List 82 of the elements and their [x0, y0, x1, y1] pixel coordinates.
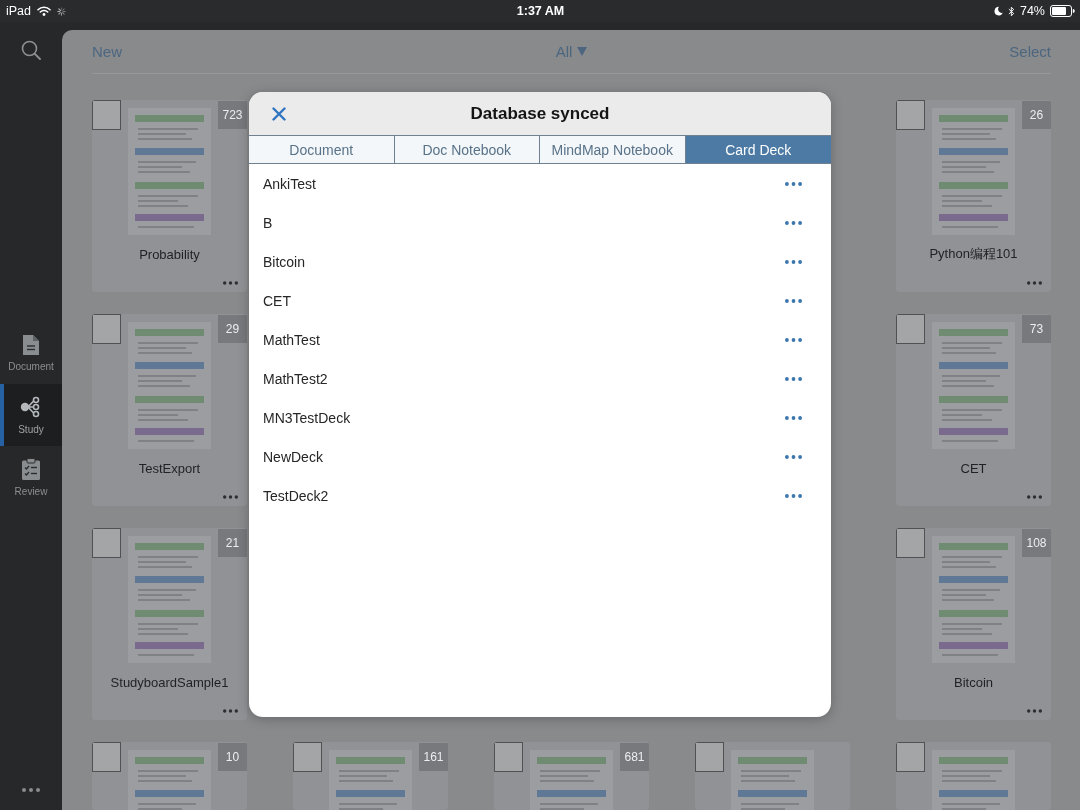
count-badge: 26: [1022, 101, 1051, 129]
more-icon[interactable]: [22, 788, 40, 792]
deck-name[interactable]: MathTest2: [263, 370, 328, 387]
count-badge: 10: [218, 743, 247, 771]
notebook-card[interactable]: 73 CET: [896, 314, 1051, 506]
more-icon[interactable]: [1027, 708, 1042, 713]
tab[interactable]: Doc Notebook: [394, 136, 540, 163]
tab[interactable]: MindMap Notebook: [540, 136, 686, 163]
notebook-card[interactable]: 723 Probability: [92, 100, 247, 292]
caret-icon: [577, 47, 588, 56]
count-badge: 21: [218, 529, 247, 557]
deck-name[interactable]: CET: [263, 292, 291, 309]
node-tree-icon: [20, 395, 42, 418]
more-icon[interactable]: [785, 181, 802, 186]
thumbnail-placeholder: [293, 742, 322, 772]
clipboard-icon: [22, 457, 40, 480]
thumbnail-placeholder: [92, 100, 121, 130]
close-icon[interactable]: [272, 106, 286, 121]
more-icon[interactable]: [785, 376, 802, 381]
card-title: StudyboardSample1: [110, 674, 229, 690]
more-icon[interactable]: [1027, 280, 1042, 285]
thumbnail-placeholder: [92, 742, 121, 772]
device-name: iPad: [6, 4, 32, 18]
tab[interactable]: Card Deck: [685, 136, 831, 163]
activity-spinner-icon: [57, 6, 67, 16]
more-icon[interactable]: [785, 415, 802, 420]
more-icon[interactable]: [223, 494, 238, 499]
count-badge: 681: [620, 743, 649, 771]
sidebar-item[interactable]: Study: [0, 384, 62, 446]
notebook-card[interactable]: 21 StudyboardSample1: [92, 528, 247, 720]
notebook-card[interactable]: 108 Bitcoin: [896, 528, 1051, 720]
more-icon[interactable]: [785, 454, 802, 459]
battery-percent: 74%: [1019, 4, 1045, 18]
document-icon: [23, 334, 39, 355]
sidebar-item[interactable]: Review: [0, 446, 62, 508]
more-icon[interactable]: [785, 337, 802, 342]
card-title: Python编程101: [929, 245, 1018, 263]
card-title: CET: [960, 460, 987, 476]
deck-name[interactable]: TestDeck2: [263, 487, 329, 504]
wifi-icon: [37, 6, 52, 16]
notebook-card[interactable]: 29 TestExport: [92, 314, 247, 506]
thumbnail-placeholder: [92, 528, 121, 558]
search-icon[interactable]: [21, 40, 41, 60]
count-badge: 73: [1022, 315, 1051, 343]
tab[interactable]: Document: [249, 136, 395, 163]
dialog-title: Database synced: [469, 103, 611, 124]
thumbnail-placeholder: [896, 100, 925, 130]
count-badge: 161: [419, 743, 448, 771]
deck-name[interactable]: NewDeck: [263, 448, 323, 465]
deck-name[interactable]: AnkiTest: [263, 175, 316, 192]
more-icon[interactable]: [1027, 494, 1042, 499]
thumbnail-placeholder: [896, 742, 925, 772]
thumbnail-placeholder: [92, 314, 121, 344]
clock-time: 1:37 AM: [516, 4, 565, 18]
count-badge: 723: [218, 101, 247, 129]
sidebar-item[interactable]: Document: [0, 322, 62, 384]
notebook-card[interactable]: 161: [293, 742, 448, 810]
notebook-card[interactable]: 26 Python编程101: [896, 100, 1051, 292]
bluetooth-icon: [1007, 5, 1015, 17]
more-icon[interactable]: [785, 220, 802, 225]
more-icon[interactable]: [785, 493, 802, 498]
card-title: Probability: [139, 246, 200, 262]
more-icon[interactable]: [785, 298, 802, 303]
count-badge: 108: [1022, 529, 1051, 557]
notebook-card[interactable]: 10: [92, 742, 247, 810]
count-badge: 29: [218, 315, 247, 343]
thumbnail-placeholder: [896, 528, 925, 558]
thumbnail-placeholder: [896, 314, 925, 344]
deck-name[interactable]: MN3TestDeck: [263, 409, 351, 426]
card-title: TestExport: [138, 460, 201, 476]
battery-icon: [1050, 5, 1075, 17]
more-icon[interactable]: [223, 708, 238, 713]
moon-icon: [993, 6, 1003, 16]
thumbnail-placeholder: [695, 742, 724, 772]
notebook-card[interactable]: 681: [494, 742, 649, 810]
deck-name[interactable]: MathTest: [263, 331, 320, 348]
more-icon[interactable]: [785, 259, 802, 264]
more-icon[interactable]: [223, 280, 238, 285]
card-title: Bitcoin: [954, 674, 993, 690]
deck-name[interactable]: B: [263, 214, 273, 231]
thumbnail-placeholder: [494, 742, 523, 772]
deck-name[interactable]: Bitcoin: [263, 253, 306, 270]
